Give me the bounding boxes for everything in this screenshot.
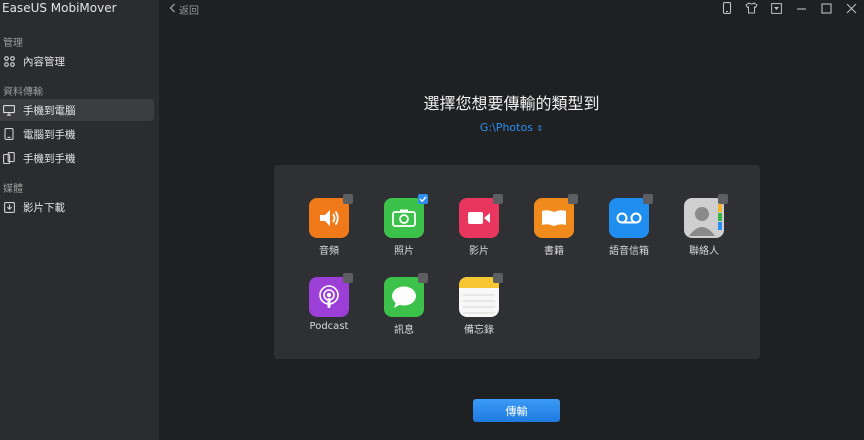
speaker-icon [309,194,353,238]
video-icon [459,194,503,238]
checkbox[interactable] [343,273,353,283]
category-videos[interactable]: 影片 [449,194,509,257]
section-label-manage: 管理 [3,38,23,49]
checkbox[interactable] [343,194,353,204]
sidebar-item-label: 電腦到手機 [23,128,76,141]
checkbox[interactable] [493,194,503,204]
download-icon [3,201,15,213]
category-label: 影片 [469,246,489,257]
shirt-icon[interactable] [739,0,764,16]
dropdown-icon[interactable] [764,0,789,16]
sidebar: EaseUS MobiMover 管理 內容管理 資料傳輸 手機到電腦 電腦到手… [0,0,159,440]
grid-icon [3,55,15,67]
phone-to-pc-icon [3,104,15,116]
category-audio[interactable]: 音頻 [299,194,359,257]
destination-path: G:\Photos [479,121,533,134]
checkbox-checked[interactable] [418,194,428,204]
category-label: 語音信箱 [609,246,649,257]
app-title: EaseUS MobiMover [2,1,117,15]
checkbox[interactable] [568,194,578,204]
sidebar-item-content-management[interactable]: 內容管理 [0,50,154,72]
notes-icon [459,273,503,317]
checkbox[interactable] [418,273,428,283]
phone-to-phone-icon [3,152,15,164]
section-label-data-transfer: 資料傳輸 [3,87,43,98]
category-podcast[interactable]: Podcast [299,273,359,332]
back-label: 返回 [179,6,199,17]
message-icon [384,273,428,317]
sidebar-item-video-download[interactable]: 影片下載 [0,196,154,218]
sidebar-item-phone-to-pc[interactable]: 手機到電腦 [0,99,154,121]
close-icon[interactable] [839,0,864,16]
transfer-button[interactable]: 傳輸 [473,399,560,422]
voicemail-icon [609,194,653,238]
updown-arrow-icon: ⇕ [536,124,544,133]
category-panel: 音頻 照片 影片 書籍 語音信箱 聯絡人 Podcast 訊息 備忘錄 [274,165,760,359]
window-controls [714,0,864,16]
page-heading: 選擇您想要傳輸的類型到 [423,94,600,113]
sidebar-item-label: 手機到手機 [23,152,76,165]
pc-to-phone-icon [3,128,15,140]
category-label: Podcast [309,321,349,332]
category-notes[interactable]: 備忘錄 [449,273,509,336]
book-icon [534,194,578,238]
minimize-icon[interactable] [789,0,814,16]
category-contacts[interactable]: 聯絡人 [674,194,734,257]
destination-selector[interactable]: G:\Photos ⇕ [159,121,864,134]
sidebar-item-label: 手機到電腦 [23,104,76,117]
category-label: 照片 [394,246,414,257]
checkbox[interactable] [493,273,503,283]
sidebar-item-pc-to-phone[interactable]: 電腦到手機 [0,123,154,145]
category-label: 訊息 [394,325,414,336]
category-label: 音頻 [319,246,339,257]
maximize-icon[interactable] [814,0,839,16]
phone-icon[interactable] [714,0,739,16]
section-label-media: 媒體 [3,184,23,195]
main-area: 返回 選擇您想要傳輸的類型到 G:\Photos ⇕ 音頻 照片 影片 書籍 語… [159,0,864,440]
sidebar-item-label: 影片下載 [23,201,65,214]
category-photos[interactable]: 照片 [374,194,434,257]
contact-icon [684,194,728,238]
category-label: 備忘錄 [464,325,494,336]
chevron-left-icon [169,3,176,16]
camera-icon [384,194,428,238]
sidebar-item-label: 內容管理 [23,55,65,68]
category-messages[interactable]: 訊息 [374,273,434,336]
checkbox[interactable] [643,194,653,204]
category-label: 書籍 [544,246,564,257]
category-label: 聯絡人 [689,246,719,257]
back-button[interactable]: 返回 [169,2,199,17]
podcast-icon [309,273,353,317]
sidebar-item-phone-to-phone[interactable]: 手機到手機 [0,147,154,169]
category-books[interactable]: 書籍 [524,194,584,257]
checkbox[interactable] [718,194,728,204]
category-voicemail[interactable]: 語音信箱 [599,194,659,257]
